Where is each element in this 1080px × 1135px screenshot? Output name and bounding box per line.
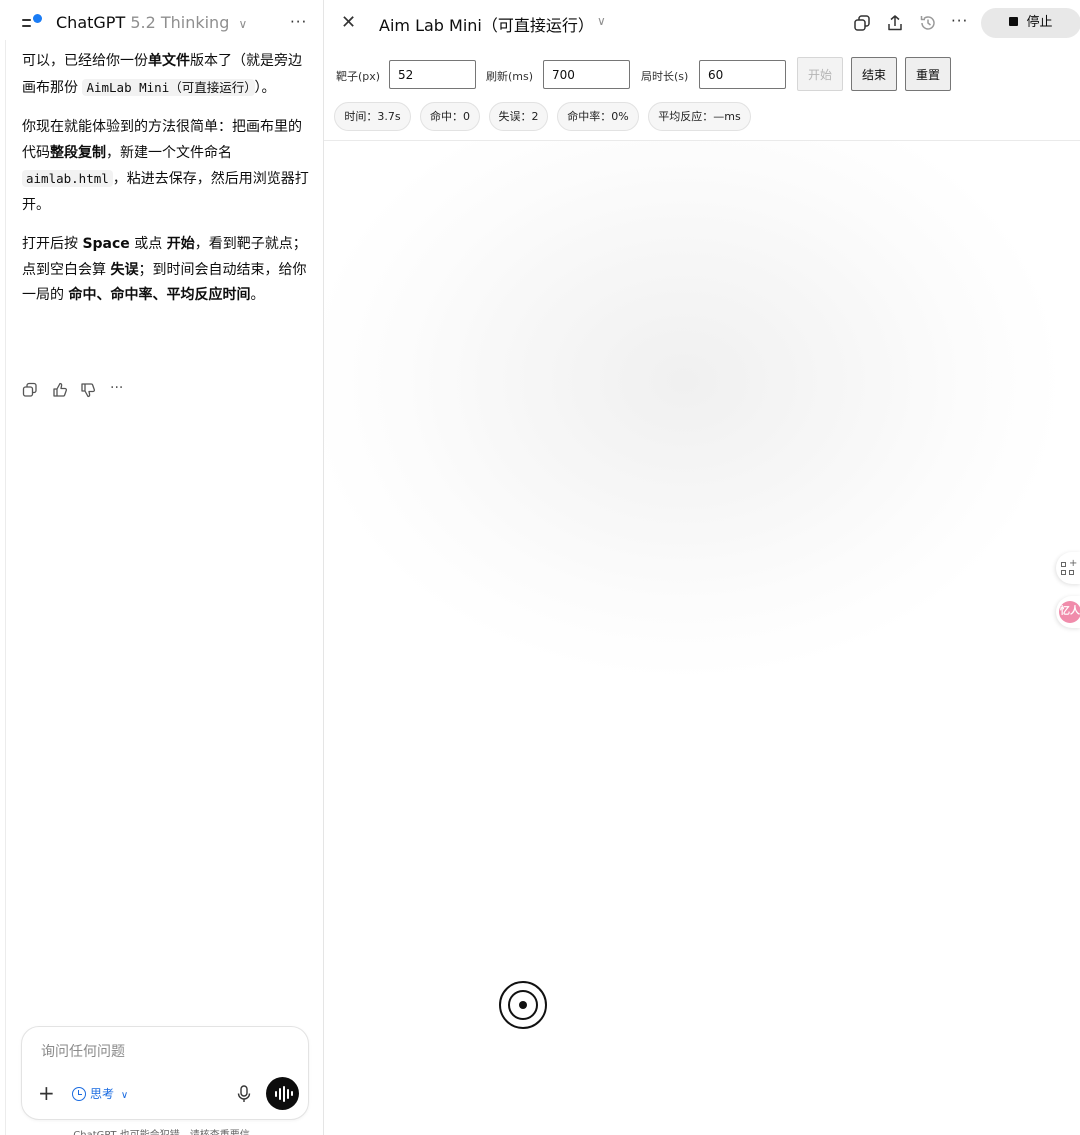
chevron-down-icon[interactable]: ∨ (597, 14, 606, 28)
canvas-header: ✕ Aim Lab Mini（可直接运行） ∨ ··· 停止 (324, 0, 1080, 46)
refresh-input[interactable] (543, 60, 630, 89)
think-mode-button[interactable]: 思考 ∨ (72, 1085, 128, 1103)
copy-icon[interactable] (22, 382, 38, 398)
target-size-label: 靶子(px) (336, 70, 381, 83)
stat-hits: 命中：0 (420, 102, 480, 131)
inline-code: AimLab Mini（可直接运行） (82, 78, 255, 96)
think-label: 思考 (90, 1087, 115, 1101)
share-icon[interactable] (886, 14, 904, 32)
app-root: ChatGPT 5.2 Thinking ∨ ··· 可以，已经给你一份单文件版… (0, 0, 1080, 1135)
more-options-icon[interactable]: ··· (951, 12, 975, 30)
message-paragraph: 可以，已经给你一份单文件版本了（就是旁边画布那份 AimLab Mini（可直接… (22, 53, 302, 96)
microphone-icon[interactable] (236, 1085, 252, 1103)
thumbs-up-icon[interactable] (52, 382, 68, 398)
timer-icon (72, 1087, 86, 1101)
stat-misses: 失误：2 (489, 102, 548, 131)
copy-icon[interactable] (853, 14, 871, 32)
close-icon[interactable]: ✕ (341, 13, 356, 33)
game-arena[interactable] (324, 140, 1080, 1135)
apps-button[interactable]: + (1056, 552, 1080, 584)
game-stats: 时间：3.7s 命中：0 失误：2 命中率：0% 平均反应：—ms (324, 102, 1080, 132)
model-version: 5.2 Thinking (130, 13, 230, 32)
model-selector[interactable]: ChatGPT 5.2 Thinking ∨ (56, 13, 247, 32)
reset-button[interactable]: 重置 (905, 57, 951, 91)
disclaimer-text: ChatGPT 也可能会犯错。请核查重要信 (0, 1126, 323, 1135)
aim-target[interactable] (499, 981, 547, 1029)
stat-hit-rate: 命中率：0% (557, 102, 639, 131)
composer: + 思考 ∨ (21, 1026, 309, 1120)
sidebar-toggle-icon[interactable] (22, 14, 42, 32)
add-attachment-icon[interactable]: + (38, 1083, 55, 1103)
assistant-badge-icon: 忆人 (1059, 601, 1080, 623)
grid-icon: + (1061, 558, 1077, 576)
chat-header: ChatGPT 5.2 Thinking ∨ ··· (0, 0, 323, 46)
canvas-title[interactable]: Aim Lab Mini（可直接运行） (379, 12, 594, 36)
stop-label: 停止 (1026, 15, 1053, 30)
assistant-badge-button[interactable]: 忆人 (1056, 596, 1080, 628)
message-paragraph: 你现在就能体验到的方法很简单：把画布里的代码整段复制，新建一个文件命名 aiml… (22, 119, 309, 213)
chevron-down-icon: ∨ (120, 1090, 129, 1101)
chat-input[interactable] (41, 1044, 281, 1060)
more-actions-icon[interactable]: ··· (110, 380, 130, 396)
thumbs-down-icon[interactable] (80, 382, 96, 398)
stop-square-icon (1009, 17, 1019, 26)
duration-label: 局时长(s) (641, 70, 689, 83)
start-button[interactable]: 开始 (797, 57, 843, 91)
voice-mode-button[interactable] (266, 1077, 299, 1110)
target-size-input[interactable] (389, 60, 476, 89)
chat-panel: ChatGPT 5.2 Thinking ∨ ··· 可以，已经给你一份单文件版… (0, 0, 323, 1135)
side-toolbar: + 忆人 (1056, 552, 1080, 628)
stop-button[interactable]: 停止 (981, 8, 1080, 38)
stat-avg-reaction: 平均反应：—ms (648, 102, 751, 131)
game-controls: 靶子(px) 刷新(ms) 局时长(s) 开始 结束 重置 (324, 54, 1080, 94)
refresh-label: 刷新(ms) (486, 70, 534, 83)
panel-divider (5, 40, 6, 1135)
assistant-message: 可以，已经给你一份单文件版本了（就是旁边画布那份 AimLab Mini（可直接… (22, 49, 312, 323)
chevron-down-icon: ∨ (238, 17, 248, 31)
history-icon[interactable] (919, 14, 937, 32)
brand-name: ChatGPT (56, 13, 126, 32)
duration-input[interactable] (699, 60, 786, 89)
more-options-icon[interactable]: ··· (290, 13, 307, 31)
target-center (519, 1001, 527, 1009)
inline-code: aimlab.html (22, 170, 113, 187)
stat-time: 时间：3.7s (334, 102, 411, 131)
canvas-panel: ✕ Aim Lab Mini（可直接运行） ∨ ··· 停止 靶子(px) 刷新… (323, 0, 1080, 1135)
message-paragraph: 打开后按 Space 或点 开始，看到靶子就点；点到空白会算 失误；到时间会自动… (22, 236, 307, 303)
end-button[interactable]: 结束 (851, 57, 897, 91)
